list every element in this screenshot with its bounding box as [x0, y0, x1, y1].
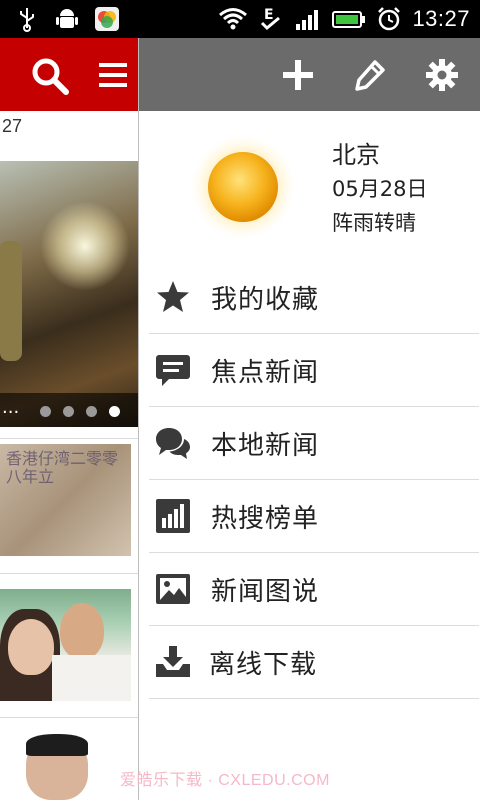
slide-dot	[86, 406, 97, 417]
android-debug-icon	[56, 9, 78, 28]
headline-slideshow-image[interactable]	[0, 161, 138, 427]
add-icon[interactable]	[281, 58, 315, 92]
clock-time: 13:27	[412, 6, 470, 31]
search-icon[interactable]	[30, 56, 70, 96]
usb-icon	[20, 8, 34, 32]
menu-item-label: 热搜榜单	[211, 504, 320, 534]
settings-icon[interactable]	[425, 58, 459, 92]
menu-item-favorites[interactable]: 我的收藏	[149, 261, 479, 334]
menu-item-label: 本地新闻	[211, 431, 320, 461]
drawer-toolbar	[139, 38, 480, 111]
svg-text:E: E	[264, 7, 274, 23]
news-thumbnail[interactable]	[0, 589, 131, 701]
divider	[0, 717, 138, 718]
signal-icon	[296, 10, 319, 30]
menu-item-label: 离线下载	[209, 650, 318, 680]
alarm-icon	[378, 7, 401, 31]
weather-widget[interactable]: 北京 05月28日 阵雨转晴	[139, 111, 480, 261]
download-tray-icon	[156, 646, 190, 677]
menu-icon[interactable]	[98, 58, 128, 92]
slide-dot	[40, 406, 51, 417]
picture-icon	[156, 574, 190, 604]
menu-item-focus-news[interactable]: 焦点新闻	[149, 334, 479, 407]
app-header	[0, 38, 138, 111]
drawer-menu: 我的收藏 焦点新闻 本地新闻 热搜榜单 新闻图说 离线下载	[149, 261, 479, 699]
divider	[0, 438, 138, 439]
slide-dot	[63, 406, 74, 417]
message-icon	[156, 355, 190, 386]
slide-dot-active	[109, 406, 120, 417]
slideshow-caption-bar: ...	[0, 393, 138, 427]
slideshow-indicator	[40, 406, 120, 417]
divider	[0, 573, 138, 574]
menu-item-label: 焦点新闻	[211, 358, 320, 388]
navigation-drawer: 北京 05月28日 阵雨转晴 我的收藏 焦点新闻 本地新闻 热搜榜单 新闻图说 …	[138, 38, 480, 800]
news-thumbnail[interactable]	[0, 728, 131, 800]
data-icon: E	[261, 7, 281, 31]
weather-date: 05月28日	[332, 177, 428, 201]
news-list-panel: 27 ... 香港仔湾二零零八年立	[0, 38, 138, 800]
menu-item-hot-search[interactable]: 热搜榜单	[149, 480, 479, 553]
thumbnail-inscription: 香港仔湾二零零八年立	[6, 449, 119, 486]
menu-item-local-news[interactable]: 本地新闻	[149, 407, 479, 480]
menu-item-label: 新闻图说	[211, 577, 320, 607]
star-icon	[157, 281, 189, 312]
sun-icon	[191, 135, 295, 239]
status-bar: E 13:27	[0, 0, 480, 38]
battery-icon	[332, 11, 366, 28]
slideshow-caption: ...	[2, 397, 20, 418]
wifi-icon	[219, 8, 248, 30]
list-date: 27	[2, 116, 23, 136]
app-notification-icon	[95, 7, 119, 31]
menu-item-offline-download[interactable]: 离线下载	[149, 626, 479, 699]
weather-condition: 阵雨转晴	[332, 211, 416, 235]
edit-icon[interactable]	[353, 58, 387, 92]
chat-bubbles-icon	[156, 428, 190, 459]
bar-chart-icon	[156, 499, 190, 533]
news-thumbnail[interactable]: 香港仔湾二零零八年立	[0, 444, 131, 556]
menu-item-label: 我的收藏	[211, 285, 320, 315]
watermark: 爱皓乐下载 · CXLEDU.COM	[120, 772, 330, 789]
menu-item-news-pictures[interactable]: 新闻图说	[149, 553, 479, 626]
weather-city: 北京	[332, 141, 380, 169]
